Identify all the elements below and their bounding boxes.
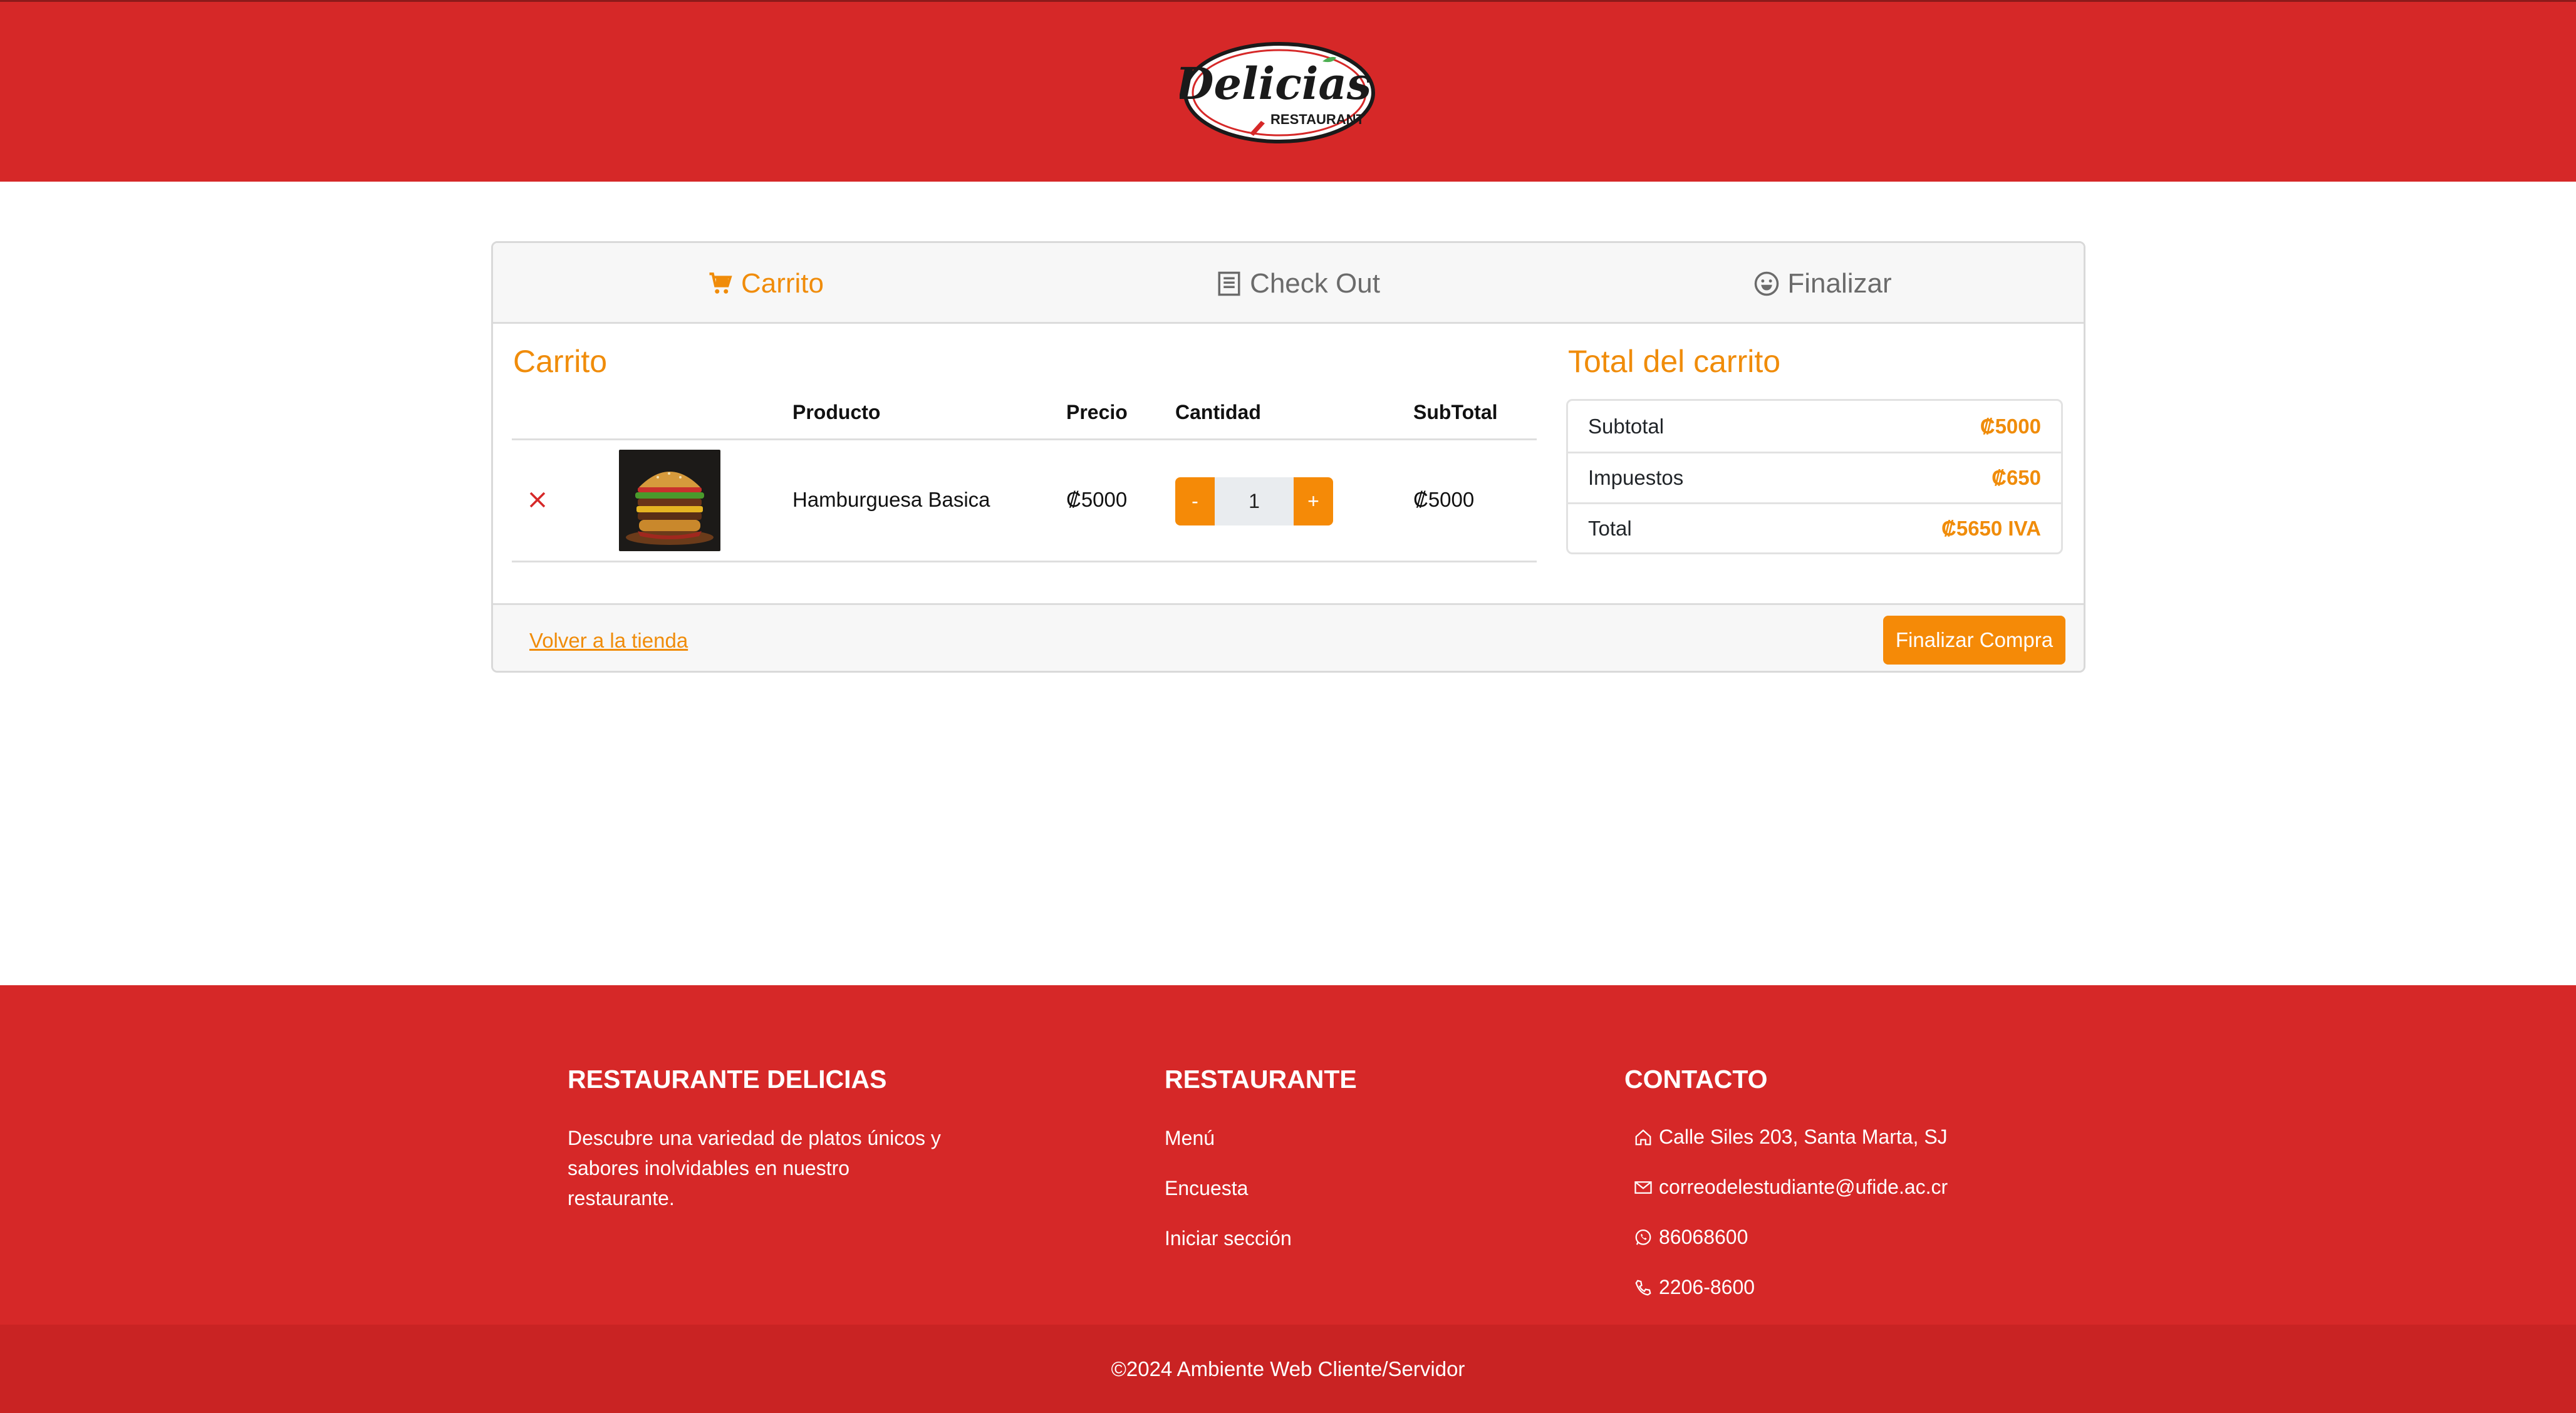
- totals-value: ₡650: [1992, 466, 2041, 489]
- footer-restaurant-title: RESTAURANTE: [1165, 1065, 1357, 1094]
- totals-row-subtotal: Subtotal ₡5000: [1568, 401, 2061, 452]
- footer-link-encuesta[interactable]: Encuesta: [1165, 1177, 1248, 1200]
- restaurant-logo[interactable]: Delicias RESTAURANT: [1180, 39, 1379, 146]
- site-header: Delicias RESTAURANT: [0, 0, 2576, 182]
- house-icon: [1635, 1129, 1651, 1145]
- svg-text:Delicias: Delicias: [1180, 58, 1371, 110]
- product-price: ₡5000: [1066, 488, 1128, 511]
- phone-icon: [1635, 1279, 1651, 1295]
- checkout-steps: Carrito Check Out Finalizar: [493, 243, 2084, 324]
- quantity-input[interactable]: [1215, 477, 1294, 525]
- quantity-stepper: - +: [1175, 477, 1333, 525]
- contact-phone-text[interactable]: 2206-8600: [1659, 1276, 1755, 1299]
- decrease-quantity-button[interactable]: -: [1175, 477, 1215, 525]
- tab-finalizar-label: Finalizar: [1787, 267, 1892, 299]
- footer-link-iniciar-seccion[interactable]: Iniciar sección: [1165, 1227, 1292, 1250]
- contact-address-text: Calle Siles 203, Santa Marta, SJ: [1659, 1126, 1948, 1148]
- copyright-text: ©2024 Ambiente Web Cliente/Servidor: [1111, 1357, 1465, 1380]
- tab-finalizar[interactable]: Finalizar: [1558, 243, 2084, 324]
- increase-quantity-button[interactable]: +: [1294, 477, 1333, 525]
- totals-label: Subtotal: [1588, 414, 1665, 438]
- footer-contact-title: CONTACTO: [1624, 1065, 1768, 1094]
- remove-item-icon[interactable]: [525, 487, 550, 512]
- contact-whatsapp-text[interactable]: 86068600: [1659, 1226, 1748, 1249]
- totals-label: Total: [1588, 517, 1632, 540]
- totals-row-impuestos: Impuestos ₡650: [1568, 452, 2061, 502]
- product-subtotal: ₡5000: [1413, 488, 1475, 511]
- contact-whatsapp: 86068600: [1634, 1226, 1748, 1249]
- tab-check-out-label: Check Out: [1250, 267, 1380, 299]
- table-row-divider: [512, 561, 1537, 562]
- site-footer: RESTAURANTE DELICIAS Descubre una varied…: [0, 985, 2576, 1413]
- footer-about-text: Descubre una variedad de platos únicos y…: [568, 1127, 941, 1209]
- totals-value: ₡5650 IVA: [1941, 517, 2041, 540]
- product-image: [619, 450, 720, 551]
- receipt-icon: [1218, 271, 1240, 296]
- tab-carrito-label: Carrito: [740, 267, 824, 299]
- contact-email-text[interactable]: correodelestudiante@ufide.ac.cr: [1659, 1176, 1948, 1199]
- table-header-divider: [512, 438, 1537, 440]
- footer-link-menu[interactable]: Menú: [1165, 1127, 1215, 1150]
- totals-value: ₡5000: [1980, 414, 2041, 438]
- card-footer: Volver a la tienda Finalizar Compra: [493, 603, 2084, 671]
- totals-label: Impuestos: [1588, 466, 1684, 489]
- back-to-store-link[interactable]: Volver a la tienda: [529, 629, 688, 653]
- totals-row-total: Total ₡5650 IVA: [1568, 502, 2061, 552]
- tab-carrito[interactable]: Carrito: [493, 243, 1038, 324]
- whatsapp-icon: [1635, 1229, 1651, 1245]
- smile-icon: [1755, 271, 1779, 296]
- cart-icon: [709, 272, 732, 294]
- cart-totals: Subtotal ₡5000 Impuestos ₡650 Total ₡565…: [1566, 399, 2063, 554]
- contact-phone: 2206-8600: [1634, 1276, 1755, 1299]
- contact-address: Calle Siles 203, Santa Marta, SJ: [1634, 1126, 1948, 1149]
- column-header-subtotal: SubTotal: [1413, 401, 1498, 423]
- column-header-cantidad: Cantidad: [1175, 401, 1261, 423]
- footer-about-title: RESTAURANTE DELICIAS: [568, 1065, 887, 1094]
- envelope-icon: [1634, 1181, 1652, 1194]
- copyright-bar: ©2024 Ambiente Web Cliente/Servidor: [0, 1325, 2576, 1413]
- finish-purchase-button[interactable]: Finalizar Compra: [1883, 616, 2065, 665]
- cart-title: Carrito: [513, 344, 608, 379]
- totals-title: Total del carrito: [1568, 344, 1781, 379]
- product-name: Hamburguesa Basica: [792, 488, 990, 511]
- column-header-precio: Precio: [1066, 401, 1128, 423]
- column-header-producto: Producto: [792, 401, 881, 423]
- contact-email: correodelestudiante@ufide.ac.cr: [1634, 1176, 1948, 1199]
- svg-text:RESTAURANT: RESTAURANT: [1270, 111, 1364, 127]
- tab-check-out[interactable]: Check Out: [1038, 243, 1558, 324]
